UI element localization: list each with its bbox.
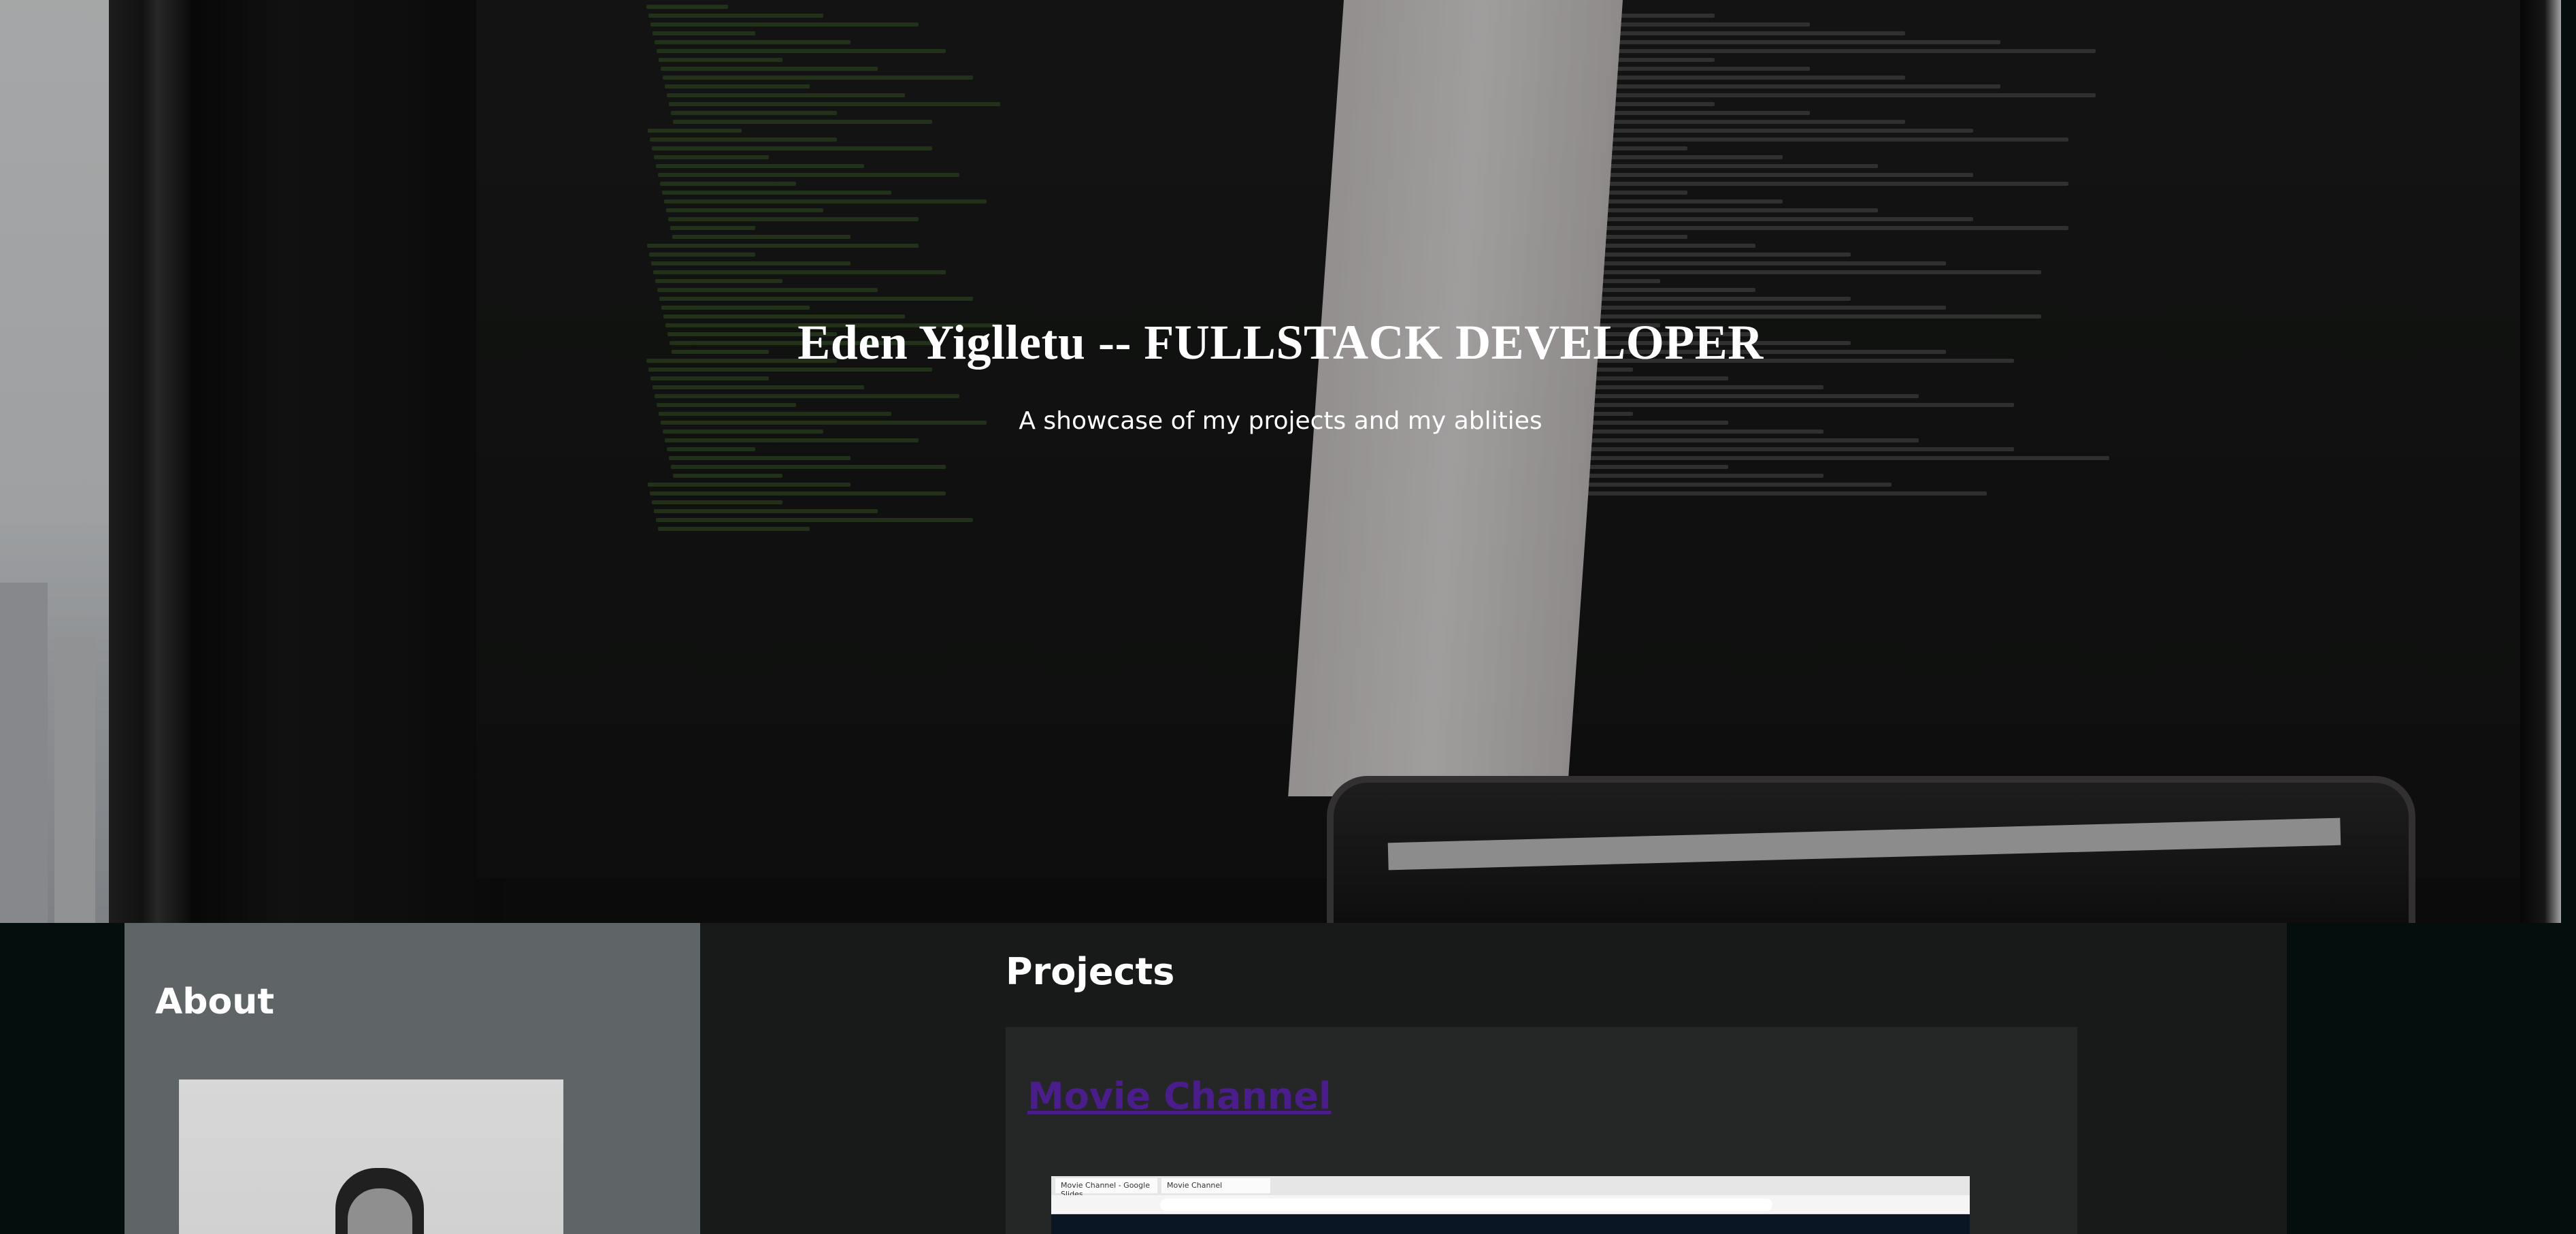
hero-subtitle: A showcase of my projects and my ablitie… [1019, 407, 1542, 435]
screenshot-tab: Movie Channel [1161, 1178, 1270, 1193]
screenshot-url-bar [1160, 1199, 1772, 1211]
avatar [179, 1079, 563, 1234]
about-heading: About [155, 981, 275, 1022]
project-screenshot[interactable]: Movie Channel - Google Slides Movie Chan… [1051, 1176, 1970, 1234]
screenshot-tab: Movie Channel - Google Slides [1055, 1178, 1157, 1199]
project-card: Movie Channel Movie Channel - Google Sli… [1006, 1027, 2077, 1234]
projects-heading: Projects [1006, 950, 1175, 993]
main-content: About Projects Movie Channel Movie Chann… [125, 923, 2287, 1234]
project-link-movie-channel[interactable]: Movie Channel [1027, 1075, 1332, 1118]
hero-banner: Eden Yiglletu -- FULLSTACK DEVELOPER A s… [0, 0, 2561, 923]
hero-title: Eden Yiglletu -- FULLSTACK DEVELOPER [797, 315, 1764, 370]
about-section: About [125, 923, 700, 1234]
